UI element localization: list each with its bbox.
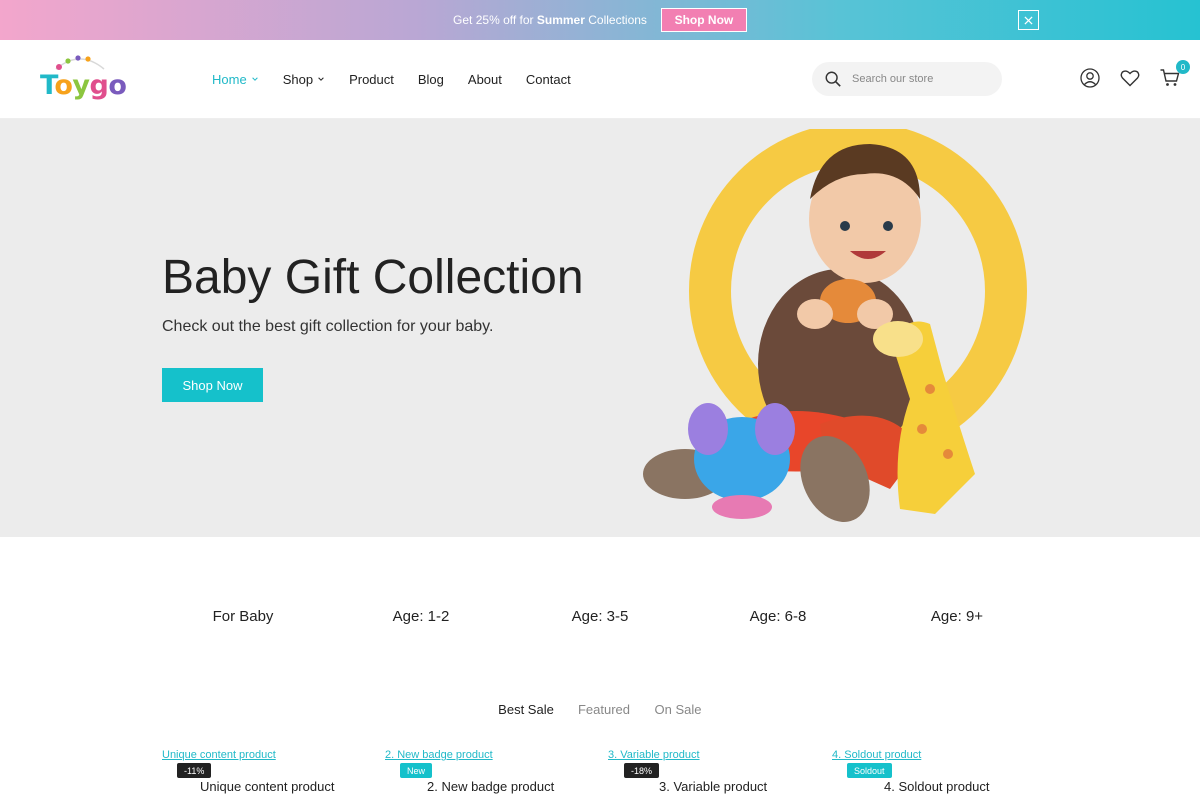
search-icon[interactable]	[824, 70, 842, 88]
nav-home[interactable]: Home	[212, 72, 259, 87]
product-image-link[interactable]: 3. Variable product	[608, 749, 700, 761]
category-for-baby[interactable]: For Baby	[213, 608, 274, 625]
discount-badge: -11%	[177, 763, 212, 778]
nav-shop[interactable]: Shop	[283, 72, 325, 87]
chevron-down-icon	[251, 77, 258, 81]
main-nav: Home Shop Product Blog About Contact	[212, 40, 571, 118]
nav-about[interactable]: About	[468, 72, 502, 87]
product-name[interactable]: 2. New badge product	[427, 779, 554, 794]
product-card: 2. New badge product New 2. New badge pr…	[385, 748, 605, 800]
tab-on-sale[interactable]: On Sale	[655, 702, 702, 717]
hero-baby-with-toys-image	[643, 129, 1027, 522]
tab-featured[interactable]: Featured	[578, 702, 630, 717]
product-card: 3. Variable product -18% 3. Variable pro…	[608, 748, 828, 800]
product-image-link[interactable]: 2. New badge product	[385, 749, 493, 761]
product-image-link[interactable]: 4. Soldout product	[832, 749, 921, 761]
product-card: 4. Soldout product Soldout 4. Soldout pr…	[832, 748, 1052, 800]
soldout-badge: Soldout	[847, 763, 892, 778]
nav-contact[interactable]: Contact	[526, 72, 571, 87]
announcement-shop-now-button[interactable]: Shop Now	[660, 8, 747, 32]
discount-badge: -18%	[624, 763, 660, 778]
category-age-3-5[interactable]: Age: 3-5	[572, 608, 629, 625]
category-bar: For Baby Age: 1-2 Age: 3-5 Age: 6-8 Age:…	[0, 600, 1200, 634]
logo[interactable]: Toygo	[40, 55, 127, 105]
heart-icon[interactable]	[1119, 67, 1141, 89]
hero-title: Baby Gift Collection	[162, 251, 584, 304]
hero-subtitle: Check out the best gift collection for y…	[162, 318, 494, 335]
site-header: Toygo Home Shop Product Blog About Conta…	[0, 40, 1200, 119]
logo-text: Toygo	[40, 70, 127, 101]
hero-banner: Baby Gift Collection Check out the best …	[0, 119, 1200, 537]
announcement-text: Get 25% off for Summer Collections	[453, 13, 647, 27]
nav-shop-label: Shop	[282, 71, 314, 87]
announcement-bar: Get 25% off for Summer Collections Shop …	[0, 0, 1200, 40]
product-name[interactable]: 3. Variable product	[659, 779, 767, 794]
tab-best-sale[interactable]: Best Sale	[498, 702, 554, 717]
new-badge: New	[400, 763, 433, 778]
search-input[interactable]	[852, 73, 992, 85]
nav-product[interactable]: Product	[349, 72, 394, 87]
hero-shop-now-button[interactable]: Shop Now	[162, 368, 263, 402]
nav-home-label: Home	[212, 71, 247, 87]
close-announcement-button[interactable]	[1018, 10, 1039, 30]
product-name[interactable]: 4. Soldout product	[884, 779, 990, 794]
cart-count-badge: 0	[1176, 60, 1190, 74]
category-age-9-plus[interactable]: Age: 9+	[931, 608, 983, 625]
category-age-6-8[interactable]: Age: 6-8	[750, 608, 807, 625]
product-tabs: Best Sale Featured On Sale	[0, 700, 1200, 720]
product-card: Unique content product -11% Unique conte…	[162, 748, 382, 800]
category-age-1-2[interactable]: Age: 1-2	[393, 608, 450, 625]
search-box[interactable]	[812, 62, 1002, 96]
chevron-down-icon	[318, 77, 324, 81]
account-icon[interactable]	[1079, 67, 1101, 89]
product-name[interactable]: Unique content product	[200, 779, 334, 794]
close-icon	[1024, 15, 1033, 25]
nav-blog[interactable]: Blog	[418, 72, 444, 87]
product-image-link[interactable]: Unique content product	[162, 749, 276, 761]
